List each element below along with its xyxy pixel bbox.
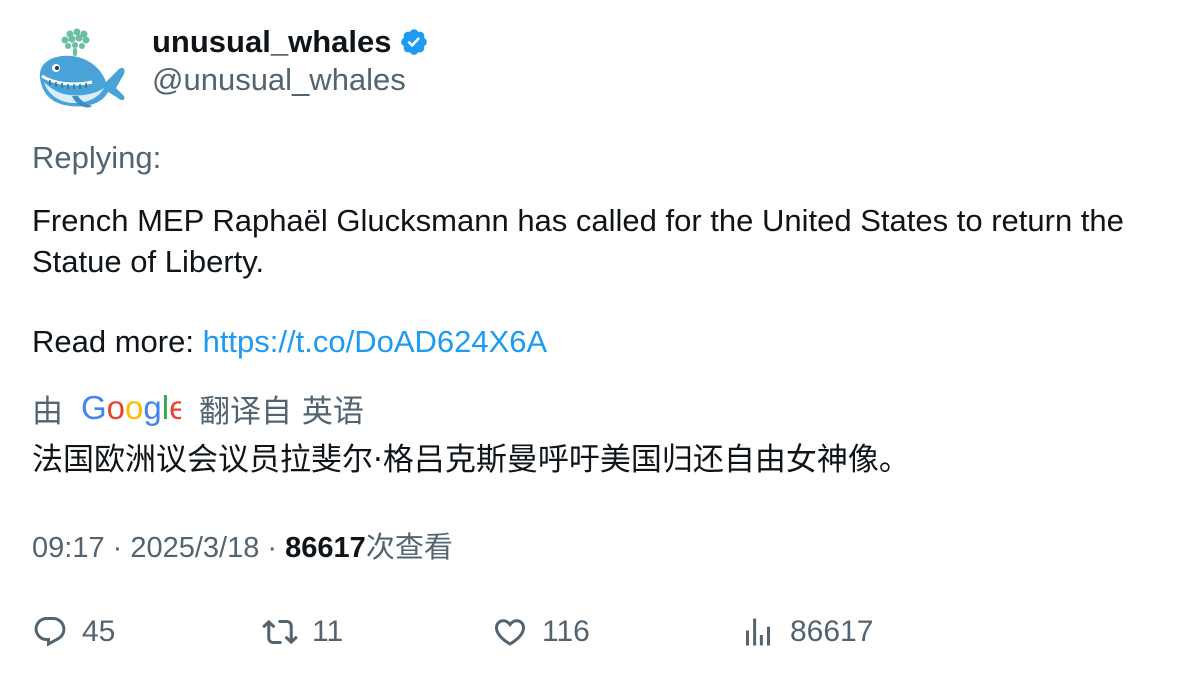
meta-separator: · [259, 532, 286, 564]
tweet-text: French MEP Raphaël Glucksmann has called… [32, 200, 1172, 362]
analytics-icon [746, 618, 770, 646]
whale-logo-icon [39, 28, 125, 108]
translation-attribution: 由 Google 翻译自 英语 [32, 386, 364, 430]
translated-text: 法国欧洲议会议员拉斐尔·格吕克斯曼呼吁美国归还自由女神像。 [32, 442, 910, 478]
tweet-date[interactable]: 2025/3/18 [130, 532, 259, 565]
google-logo-icon: Google [81, 389, 181, 426]
reply-count: 45 [82, 615, 116, 648]
tweet-meta: 09:17 · 2025/3/18 · 86617 次查看 [32, 524, 453, 566]
avatar[interactable] [32, 26, 128, 112]
views-label: 次查看 [365, 530, 453, 564]
author-handle[interactable]: @unusual_whales [152, 62, 406, 98]
translated-by-label: 由 [32, 393, 63, 430]
translated-from-label[interactable]: 翻译自 英语 [199, 386, 364, 431]
meta-separator: · [104, 532, 131, 564]
like-count: 116 [542, 615, 590, 648]
retweet-icon [262, 619, 298, 645]
tweet-time[interactable]: 09:17 [32, 532, 105, 565]
read-more-label: Read more: [32, 324, 203, 359]
views-count: 86617 [285, 532, 366, 564]
verified-badge-icon [401, 29, 428, 55]
retweet-button[interactable]: 11 [262, 608, 343, 656]
tweet-text-line: French MEP Raphaël Glucksmann has called… [32, 203, 1124, 279]
views-button[interactable]: 86617 [740, 608, 873, 656]
author-name-row: unusual_whales [152, 22, 429, 62]
tweet-read-more: Read more: https://t.co/DoAD624X6A [32, 321, 1172, 362]
views-action-count: 86617 [790, 615, 874, 648]
heart-icon [494, 619, 526, 646]
retweet-count: 11 [312, 615, 344, 648]
reply-icon [34, 617, 66, 647]
tweet-link[interactable]: https://t.co/DoAD624X6A [203, 324, 548, 359]
like-button[interactable]: 116 [492, 608, 590, 656]
action-bar: 45 11 116 86617 [0, 608, 1196, 656]
replying-label: Replying: [32, 140, 162, 175]
author-display-name[interactable]: unusual_whales [152, 24, 391, 60]
reply-button[interactable]: 45 [32, 608, 115, 656]
svg-text:Google: Google [81, 389, 181, 426]
